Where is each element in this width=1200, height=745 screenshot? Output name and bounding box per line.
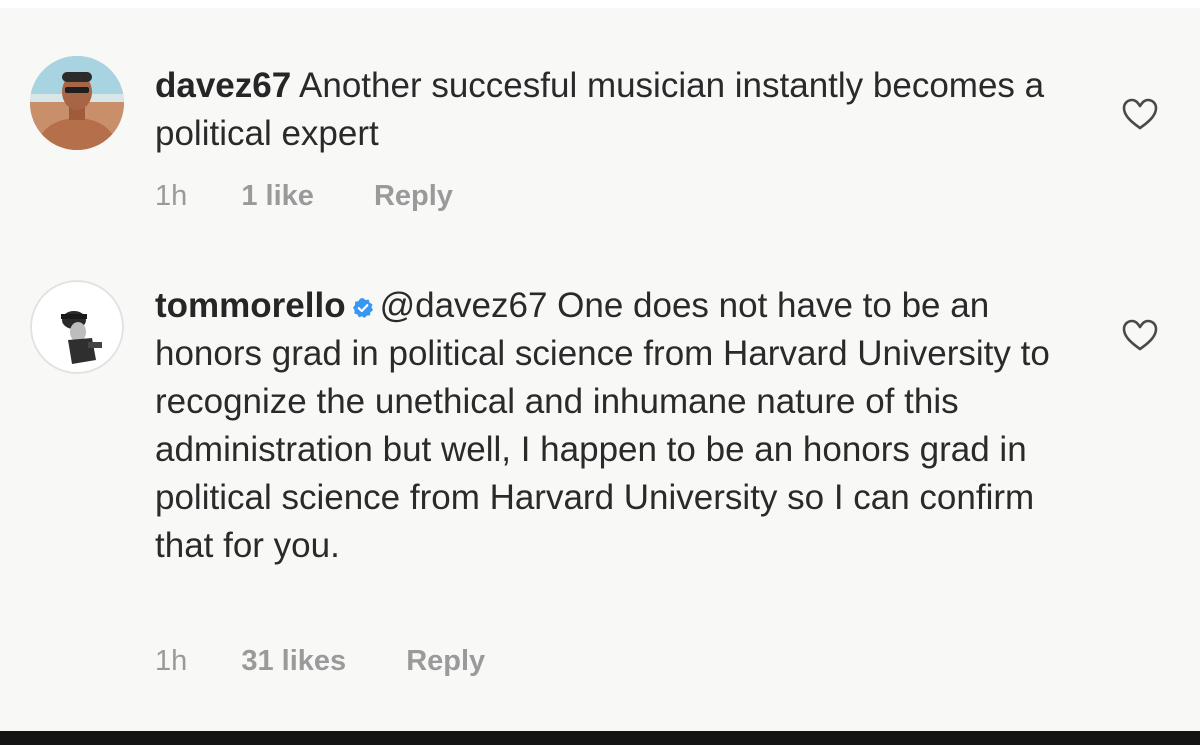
verified-badge-icon	[352, 298, 373, 318]
reply-button[interactable]: Reply	[406, 645, 485, 678]
comment-davez67: davez67 Another succesful musician insta…	[0, 0, 1200, 240]
comment-text-block: tommorello @davez67 One does not have to…	[155, 282, 1095, 570]
avatar-image	[30, 280, 124, 374]
username[interactable]: tommorello	[155, 286, 346, 325]
comment-body: @davez67 One does not have to be an hono…	[155, 286, 1050, 565]
username[interactable]: davez67	[155, 66, 291, 105]
heart-outline-icon[interactable]	[1120, 97, 1160, 131]
comment-text-block: davez67 Another succesful musician insta…	[155, 62, 1095, 158]
reply-button[interactable]: Reply	[374, 180, 453, 213]
avatar-tommorello[interactable]	[30, 280, 124, 374]
avatar-davez67[interactable]	[30, 56, 124, 150]
comment-tommorello: tommorello @davez67 One does not have to…	[0, 240, 1200, 710]
comment-likes[interactable]: 1 like	[241, 180, 314, 213]
bottom-bar	[0, 731, 1200, 745]
comment-meta: 1h 31 likes Reply	[155, 645, 485, 678]
comment-likes[interactable]: 31 likes	[241, 645, 346, 678]
avatar-image	[30, 56, 124, 150]
comment-time: 1h	[155, 645, 188, 677]
instagram-comments-screen: davez67 Another succesful musician insta…	[0, 0, 1200, 745]
comment-time: 1h	[155, 180, 188, 212]
comment-meta: 1h 1 like Reply	[155, 180, 453, 213]
heart-outline-icon[interactable]	[1120, 318, 1160, 352]
